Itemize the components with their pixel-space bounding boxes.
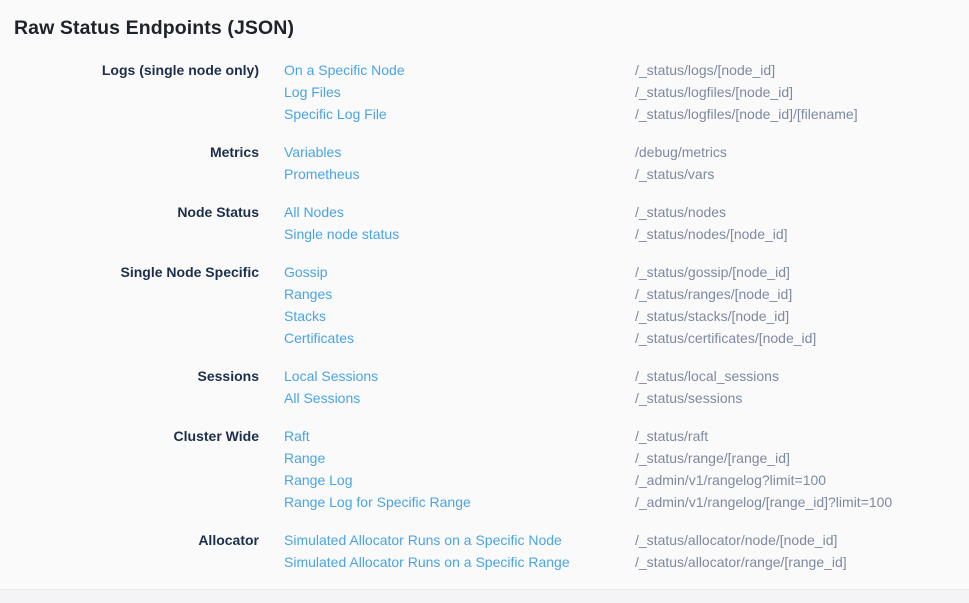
category-label: Allocator xyxy=(0,529,284,551)
endpoint-link[interactable]: Gossip xyxy=(284,261,328,283)
endpoint-path: /_status/allocator/node/[node_id] xyxy=(635,529,969,551)
endpoint-path: /_status/logfiles/[node_id] xyxy=(635,81,969,103)
endpoint-paths: /_status/gossip/[node_id]/_status/ranges… xyxy=(635,261,969,349)
endpoint-path: /_status/logfiles/[node_id]/[filename] xyxy=(635,103,969,125)
endpoint-path: /_status/allocator/range/[range_id] xyxy=(635,551,969,573)
endpoint-path: /_admin/v1/rangelog?limit=100 xyxy=(635,469,969,491)
endpoint-links: All NodesSingle node status xyxy=(284,201,635,245)
endpoint-links: Local SessionsAll Sessions xyxy=(284,365,635,409)
endpoint-links: VariablesPrometheus xyxy=(284,141,635,185)
footer-band xyxy=(0,589,969,603)
endpoint-links: GossipRangesStacksCertificates xyxy=(284,261,635,349)
endpoint-paths: /debug/metrics/_status/vars xyxy=(635,141,969,185)
endpoint-group: MetricsVariablesPrometheus/debug/metrics… xyxy=(0,141,969,185)
endpoint-path: /_status/ranges/[node_id] xyxy=(635,283,969,305)
endpoint-group: Node StatusAll NodesSingle node status/_… xyxy=(0,201,969,245)
endpoint-path: /_status/gossip/[node_id] xyxy=(635,261,969,283)
endpoint-link[interactable]: All Sessions xyxy=(284,387,360,409)
endpoint-link[interactable]: Specific Log File xyxy=(284,103,387,125)
endpoint-path: /_status/local_sessions xyxy=(635,365,969,387)
endpoint-link[interactable]: Log Files xyxy=(284,81,341,103)
endpoint-path: /_status/raft xyxy=(635,425,969,447)
endpoint-link[interactable]: Range Log for Specific Range xyxy=(284,491,471,513)
endpoint-link[interactable]: Raft xyxy=(284,425,310,447)
endpoint-paths: /_status/allocator/node/[node_id]/_statu… xyxy=(635,529,969,573)
endpoint-path: /_status/stacks/[node_id] xyxy=(635,305,969,327)
page-title: Raw Status Endpoints (JSON) xyxy=(0,0,969,41)
category-label: Logs (single node only) xyxy=(0,59,284,81)
endpoint-path: /debug/metrics xyxy=(635,141,969,163)
endpoint-links: Simulated Allocator Runs on a Specific N… xyxy=(284,529,635,573)
endpoint-path: /_status/certificates/[node_id] xyxy=(635,327,969,349)
category-label: Metrics xyxy=(0,141,284,163)
category-label: Single Node Specific xyxy=(0,261,284,283)
endpoint-group: AllocatorSimulated Allocator Runs on a S… xyxy=(0,529,969,573)
endpoint-link[interactable]: Range xyxy=(284,447,325,469)
endpoint-group: Logs (single node only)On a Specific Nod… xyxy=(0,59,969,125)
endpoint-link[interactable]: Simulated Allocator Runs on a Specific N… xyxy=(284,529,562,551)
endpoint-link[interactable]: On a Specific Node xyxy=(284,59,405,81)
endpoint-links: On a Specific NodeLog FilesSpecific Log … xyxy=(284,59,635,125)
category-label: Sessions xyxy=(0,365,284,387)
category-label: Node Status xyxy=(0,201,284,223)
endpoint-path: /_status/nodes xyxy=(635,201,969,223)
endpoint-path: /_status/range/[range_id] xyxy=(635,447,969,469)
endpoint-paths: /_status/nodes/_status/nodes/[node_id] xyxy=(635,201,969,245)
endpoint-paths: /_status/logs/[node_id]/_status/logfiles… xyxy=(635,59,969,125)
endpoint-link[interactable]: Ranges xyxy=(284,283,332,305)
endpoint-group: Cluster WideRaftRangeRange LogRange Log … xyxy=(0,425,969,513)
endpoint-groups: Logs (single node only)On a Specific Nod… xyxy=(0,59,969,573)
endpoint-group: Single Node SpecificGossipRangesStacksCe… xyxy=(0,261,969,349)
endpoint-links: RaftRangeRange LogRange Log for Specific… xyxy=(284,425,635,513)
endpoint-link[interactable]: Certificates xyxy=(284,327,354,349)
category-label: Cluster Wide xyxy=(0,425,284,447)
endpoint-paths: /_status/local_sessions/_status/sessions xyxy=(635,365,969,409)
endpoint-link[interactable]: Variables xyxy=(284,141,341,163)
endpoint-link[interactable]: Single node status xyxy=(284,223,399,245)
endpoint-link[interactable]: Prometheus xyxy=(284,163,359,185)
endpoint-path: /_status/logs/[node_id] xyxy=(635,59,969,81)
endpoint-path: /_status/sessions xyxy=(635,387,969,409)
endpoint-group: SessionsLocal SessionsAll Sessions/_stat… xyxy=(0,365,969,409)
endpoint-link[interactable]: Range Log xyxy=(284,469,353,491)
endpoint-link[interactable]: Local Sessions xyxy=(284,365,378,387)
endpoint-paths: /_status/raft/_status/range/[range_id]/_… xyxy=(635,425,969,513)
endpoint-path: /_status/nodes/[node_id] xyxy=(635,223,969,245)
endpoint-link[interactable]: Stacks xyxy=(284,305,326,327)
endpoint-path: /_admin/v1/rangelog/[range_id]?limit=100 xyxy=(635,491,969,513)
endpoint-link[interactable]: Simulated Allocator Runs on a Specific R… xyxy=(284,551,570,573)
endpoint-path: /_status/vars xyxy=(635,163,969,185)
endpoint-link[interactable]: All Nodes xyxy=(284,201,344,223)
